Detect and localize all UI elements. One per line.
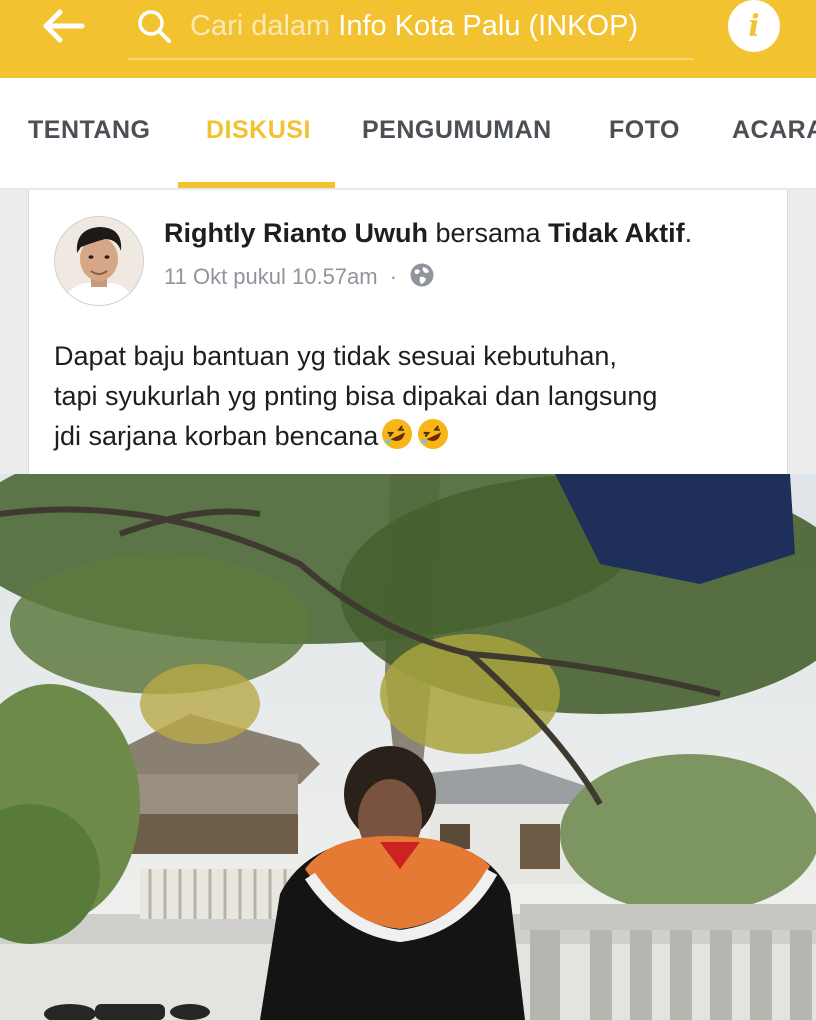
post-author-line: Rightly Rianto Uwuh bersama Tidak Aktif. [164,218,692,249]
active-tab-indicator [178,182,335,188]
meta-separator: · [389,264,398,289]
with-name[interactable]: Tidak Aktif [548,218,685,248]
search-placeholder: Cari dalam [190,10,331,42]
back-arrow-icon[interactable] [40,8,86,44]
post-timestamp[interactable]: 11 Okt pukul 10.57am [164,264,378,289]
avatar-image [55,217,143,305]
post-meta: 11 Okt pukul 10.57am · [164,262,435,290]
group-tabs: TENTANG DISKUSI PENGUMUMAN FOTO ACARA [0,78,816,189]
with-word: bersama [435,218,541,248]
post-text-line-1: Dapat baju bantuan yg tidak sesuai kebut… [54,341,617,371]
tab-acara[interactable]: ACARA [732,116,816,145]
post-text-line-2: tapi syukurlah yg pnting bisa dipakai da… [54,381,658,411]
search-group-name: Info Kota Palu (INKOP) [338,10,639,42]
author-name[interactable]: Rightly Rianto Uwuh [164,218,428,248]
post-photo[interactable] [0,474,816,1020]
tab-pengumuman[interactable]: PENGUMUMAN [362,116,552,145]
tab-diskusi[interactable]: DISKUSI [206,116,311,145]
avatar[interactable] [54,216,144,306]
search-underline [128,58,694,60]
globe-icon [410,263,434,287]
post-text: Dapat baju bantuan yg tidak sesuai kebut… [54,336,774,456]
search-icon[interactable] [134,6,174,46]
post-text-line-3: jdi sarjana korban bencana [54,421,379,451]
info-button[interactable]: i [728,0,780,52]
tab-foto[interactable]: FOTO [609,116,680,145]
rolling-laughing-emoji-icon [382,419,413,449]
tab-tentang[interactable]: TENTANG [28,116,150,145]
author-period: . [684,218,693,248]
info-icon: i [748,9,760,44]
top-bar: Cari dalam Info Kota Palu (INKOP) i [0,0,816,78]
rolling-laughing-emoji-icon [418,419,449,449]
post-photo-image [0,474,816,1020]
search-input[interactable]: Cari dalam Info Kota Palu (INKOP) [190,4,638,48]
